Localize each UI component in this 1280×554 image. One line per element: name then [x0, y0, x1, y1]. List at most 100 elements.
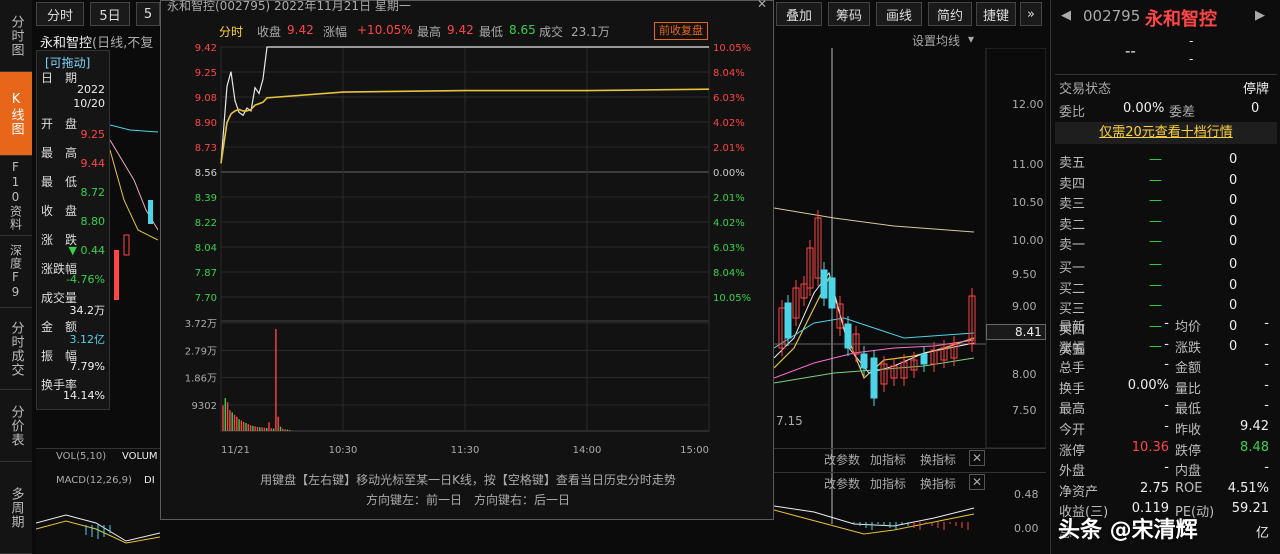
kline-price-tick: 9.50 — [1012, 268, 1037, 281]
stat-label: 涨幅 — [1059, 340, 1086, 356]
tab-fenshi-chart[interactable]: 分时图 — [0, 0, 32, 72]
swap-indicator-button[interactable]: 换指标 — [920, 451, 956, 468]
bid-row[interactable]: 买一 — 0 — [1059, 255, 1275, 276]
level-price: — — [1149, 193, 1162, 209]
kline-last-price-box: 8.41 — [986, 324, 1046, 340]
header-low-value: 8.65 — [509, 23, 536, 37]
info-value: ▼ 0.44 — [68, 244, 105, 257]
stat-value: 4.51% — [1227, 480, 1269, 496]
info-value: 9.25 — [80, 128, 106, 141]
stat-value: - — [1164, 357, 1169, 373]
tab-price-table[interactable]: 分价表 — [0, 390, 32, 462]
info-value: 7.79% — [70, 360, 105, 373]
kline-price-tick: 10.50 — [1012, 196, 1044, 209]
kline-price-tick: 9.00 — [1012, 300, 1037, 313]
pct-tick-label: 4.02% — [713, 118, 745, 129]
shortcut-button[interactable]: 捷键 — [976, 2, 1016, 26]
stat-value: - — [1264, 460, 1269, 476]
level-volume: 0 — [1229, 213, 1238, 229]
level-price: — — [1149, 172, 1162, 188]
volume-tick-label: 3.72万 — [185, 319, 217, 330]
header-volume-value: 23.1万 — [571, 25, 610, 39]
kline-price-tick: 8.00 — [1012, 368, 1037, 381]
more-icon[interactable]: » — [1020, 2, 1042, 26]
stat-value: - — [1264, 357, 1269, 373]
pct-tick-label: 6.03% — [713, 93, 745, 104]
info-value: 2022 10/20 — [73, 83, 105, 110]
bid-row[interactable]: 买二 — 0 — [1059, 276, 1275, 297]
left-macd-plot — [36, 514, 160, 544]
ask-row[interactable]: 卖五 — 0 — [1059, 150, 1275, 171]
adjust-button[interactable]: 前收复盘 — [654, 22, 708, 40]
header-low-label: 最低 — [479, 25, 504, 39]
stat-label: 今开 — [1059, 423, 1086, 438]
tab-kline-chart[interactable]: K线图 — [0, 72, 32, 156]
close-sub1-icon[interactable]: ✕ — [969, 450, 986, 466]
stat-row: 最高 - 最低 - — [1059, 396, 1275, 417]
tab-trades[interactable]: 分时成交 — [0, 308, 32, 390]
tab-multi-period[interactable]: 多周期 — [0, 462, 32, 554]
ask-row[interactable]: 卖三 — 0 — [1059, 191, 1275, 212]
ask-row[interactable]: 卖四 — 0 — [1059, 171, 1275, 192]
price-tick-label: 8.90 — [195, 118, 217, 129]
divider — [1055, 74, 1277, 75]
setting-ma-button[interactable]: 设置均线 — [912, 32, 960, 49]
candle-body — [920, 353, 928, 365]
setting-ma-chevron-icon[interactable]: ▾ — [968, 32, 974, 46]
change-param-button[interactable]: 改参数 — [824, 451, 860, 468]
tab-fenshi[interactable]: 分时 — [36, 2, 84, 26]
info-value: 8.72 — [80, 186, 106, 199]
ask-row[interactable]: 卖一 — 0 — [1059, 232, 1275, 253]
ask-row[interactable]: 卖二 — 0 — [1059, 212, 1275, 233]
swap-indicator2-button[interactable]: 换指标 — [920, 475, 956, 492]
kline-stock-name: 永和智控(日线,不复 — [40, 32, 153, 51]
time-tick-label: 10:30 — [329, 445, 358, 456]
info-label: 最 高 — [41, 146, 78, 160]
kline-main[interactable]: 设置均线 ▾ 12.00 11.00 10.50 10.00 9.50 9.00 8.00 7… — [774, 28, 1046, 554]
pct-tick-label: 10.05% — [713, 43, 751, 54]
candle-body — [820, 269, 828, 299]
hint-line-1: 用键盘【左右键】移动光标至某一日K线，按【空格键】查看当日历史分时走势 — [260, 473, 676, 487]
chips-button[interactable]: 筹码 — [828, 2, 870, 26]
info-label: 最 低 — [41, 175, 78, 189]
price-tick-label: 8.39 — [195, 193, 217, 204]
close-icon[interactable]: ✕ — [757, 0, 767, 11]
level-label: 卖五 — [1059, 156, 1086, 171]
left-kline-area — [110, 124, 158, 300]
add-indicator2-button[interactable]: 加指标 — [870, 475, 906, 492]
header-close-label: 收盘 — [257, 25, 282, 39]
stat-value: - — [1264, 316, 1269, 331]
change-param2-button[interactable]: 改参数 — [824, 475, 860, 492]
tab-5day[interactable]: 5日 — [90, 2, 130, 26]
add-button[interactable]: 叠加 — [776, 2, 822, 26]
vol-label: VOL(5,10) — [56, 451, 107, 462]
change-dash: - — [1189, 34, 1194, 48]
time-tick-label: 15:00 — [680, 445, 709, 456]
macd-scale-top: 0.48 — [1014, 488, 1039, 501]
tab-depth[interactable]: 深度F9 — [0, 236, 32, 308]
add-indicator-button[interactable]: 加指标 — [870, 451, 906, 468]
next-stock-icon[interactable]: ▶ — [1255, 8, 1265, 23]
intraday-chart[interactable]: 9.42 10.05% 9.25 8.04% 9.08 6.03% 8.90 4.02% 8.7… — [161, 41, 775, 461]
tab-partial[interactable]: 5 — [136, 2, 160, 26]
level-label: 卖二 — [1059, 217, 1086, 233]
stat-value: - — [1264, 336, 1269, 352]
close-sub2-icon[interactable]: ✕ — [969, 474, 986, 490]
pct-tick-label: 10.05% — [713, 293, 751, 304]
stat-label: 换手 — [1059, 381, 1086, 397]
intraday-popup[interactable]: 永和智控(002795) 2022年11月21日 星期一 ✕ 分时 收盘 9.4… — [160, 0, 774, 520]
stat-value: 9.42 — [1240, 419, 1269, 434]
info-panel[interactable]: [可拖动] 日 期 2022 10/20 开 盘 9.25 最 高 9.44 最 低 8.72… — [36, 50, 110, 410]
stat-label: 跌停 — [1175, 443, 1202, 459]
draw-line-button[interactable]: 画线 — [876, 2, 922, 26]
promo-link[interactable]: 仅需20元查看十档行情 — [1055, 122, 1277, 144]
prev-stock-icon[interactable]: ◀ — [1061, 8, 1071, 23]
stat-row: 今开 - 昨收 9.42 — [1059, 417, 1275, 438]
tab-f10[interactable]: F10资料 — [0, 156, 32, 236]
stat-label: 涨停 — [1059, 443, 1086, 459]
info-label: 开 盘 — [41, 117, 78, 131]
header-change-value: +10.05% — [357, 23, 413, 37]
level-volume: 0 — [1229, 172, 1238, 188]
stat-value: - — [1164, 419, 1169, 434]
simple-button[interactable]: 简约 — [928, 2, 972, 26]
